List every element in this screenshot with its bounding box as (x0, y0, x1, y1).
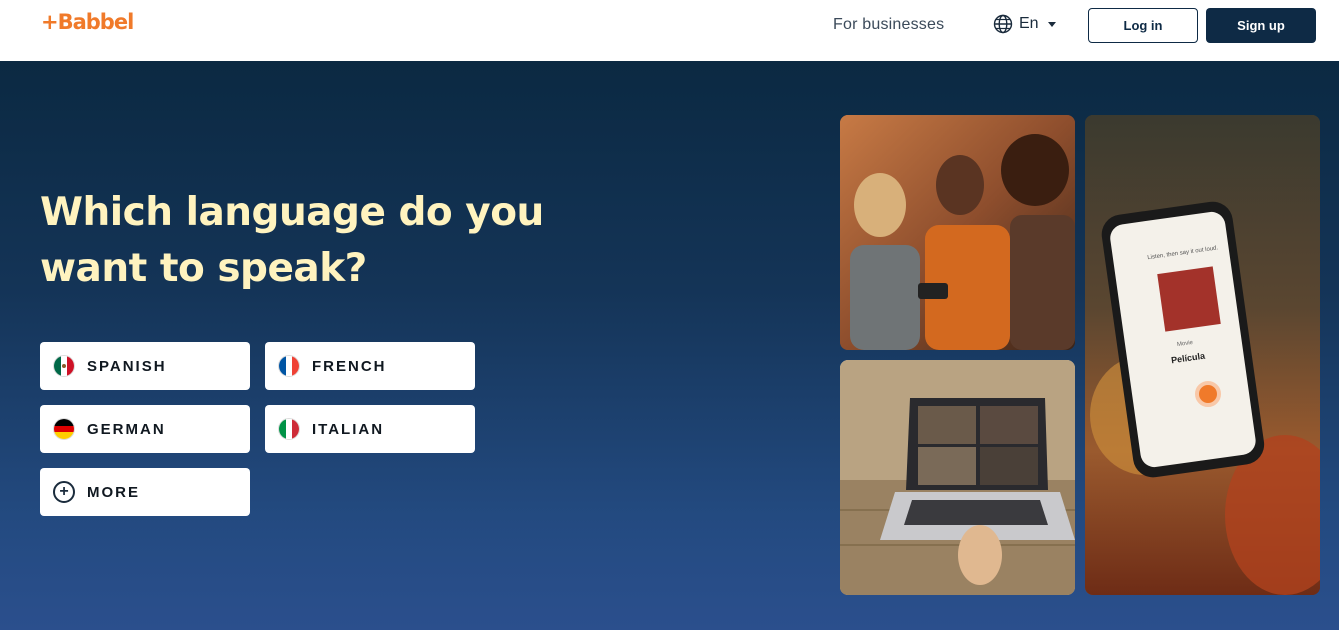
for-businesses-link[interactable]: For businesses (833, 16, 944, 34)
language-button-more[interactable]: + MORE (40, 468, 250, 516)
language-button-italian[interactable]: ITALIAN (265, 405, 475, 453)
language-label: SPANISH (87, 357, 167, 375)
france-flag-icon (278, 355, 300, 377)
laptop-video-call-photo (840, 360, 1075, 595)
chevron-down-icon (1047, 21, 1056, 27)
italy-flag-icon (278, 418, 300, 440)
signup-button[interactable]: Sign up (1206, 8, 1316, 43)
friends-with-phone-photo (840, 115, 1075, 350)
globe-icon (993, 14, 1013, 34)
mexico-flag-icon (53, 355, 75, 377)
hero-section: Which language do you want to speak? SPA… (0, 61, 1339, 630)
language-label: GERMAN (87, 420, 166, 438)
language-selector-label: En (1019, 15, 1039, 32)
germany-flag-icon (53, 418, 75, 440)
language-label: MORE (87, 483, 140, 501)
language-label: FRENCH (312, 357, 387, 375)
friends-photo-illustration (840, 115, 1075, 350)
phone-app-photo: Listen, then say it out loud. Movie Pelí… (1085, 115, 1320, 595)
laptop-photo-illustration (840, 360, 1075, 595)
login-button[interactable]: Log in (1088, 8, 1198, 43)
language-selector[interactable]: En (993, 14, 1056, 34)
page-title: Which language do you want to speak? (40, 190, 544, 291)
phone-screen-image (1157, 266, 1221, 332)
plus-circle-icon: + (53, 481, 75, 503)
language-button-german[interactable]: GERMAN (40, 405, 250, 453)
language-label: ITALIAN (312, 420, 385, 438)
babbel-logo[interactable]: +Babbel (41, 10, 134, 34)
top-navigation-bar: +Babbel For businesses En Log in Sign up (0, 0, 1339, 61)
language-button-french[interactable]: FRENCH (265, 342, 475, 390)
language-button-spanish[interactable]: SPANISH (40, 342, 250, 390)
microphone-button-icon (1195, 381, 1221, 407)
